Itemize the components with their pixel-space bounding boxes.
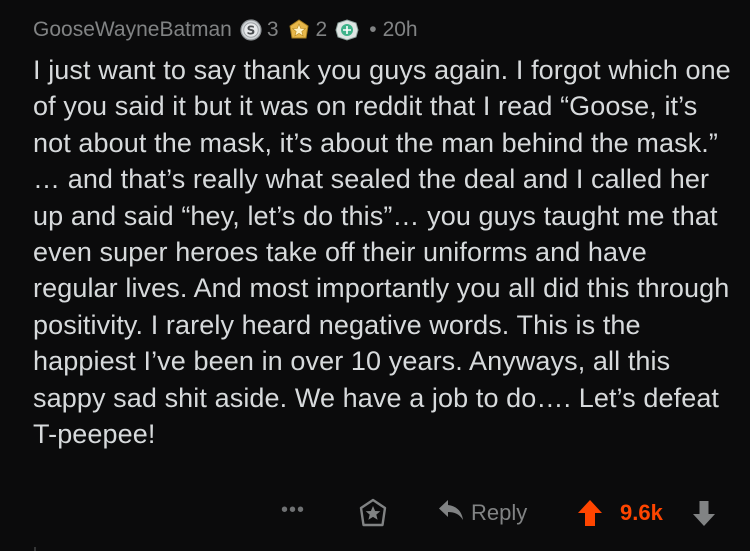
upvote-arrow-icon (576, 500, 604, 532)
gold-star-award-icon (287, 19, 311, 41)
award-icon (356, 498, 390, 535)
more-options-button[interactable]: ••• (281, 499, 305, 522)
downvote-arrow-icon (691, 501, 717, 532)
award-platinum[interactable] (335, 19, 359, 41)
award-count: 3 (266, 18, 279, 41)
comment-header: GooseWayneBatman S 3 2 • 20h (33, 14, 733, 46)
award-count: 2 (315, 18, 328, 41)
vote-score: 9.6k (620, 500, 663, 525)
comment-age: 20h (382, 18, 418, 41)
comment: GooseWayneBatman S 3 2 • 20h I just want… (33, 14, 733, 452)
green-platinum-award-icon (335, 19, 359, 41)
award-gold[interactable]: 2 (287, 18, 328, 42)
thread-line[interactable] (34, 547, 36, 551)
downvote-button[interactable] (691, 498, 717, 533)
reply-arrow-icon (437, 497, 471, 529)
separator-dot: • (369, 18, 377, 41)
silver-s-award-icon: S (240, 19, 262, 41)
reply-label: Reply (471, 500, 528, 525)
award-silver[interactable]: S 3 (240, 18, 279, 42)
username[interactable]: GooseWayneBatman (33, 18, 232, 42)
upvote-button[interactable] (576, 498, 604, 533)
comment-body: I just want to say thank you guys again.… (33, 55, 731, 450)
svg-text:S: S (247, 24, 256, 38)
give-award-button[interactable] (356, 497, 390, 531)
comment-actions: ••• Reply 9.6k (0, 495, 750, 535)
reply-button[interactable]: Reply (437, 497, 527, 529)
